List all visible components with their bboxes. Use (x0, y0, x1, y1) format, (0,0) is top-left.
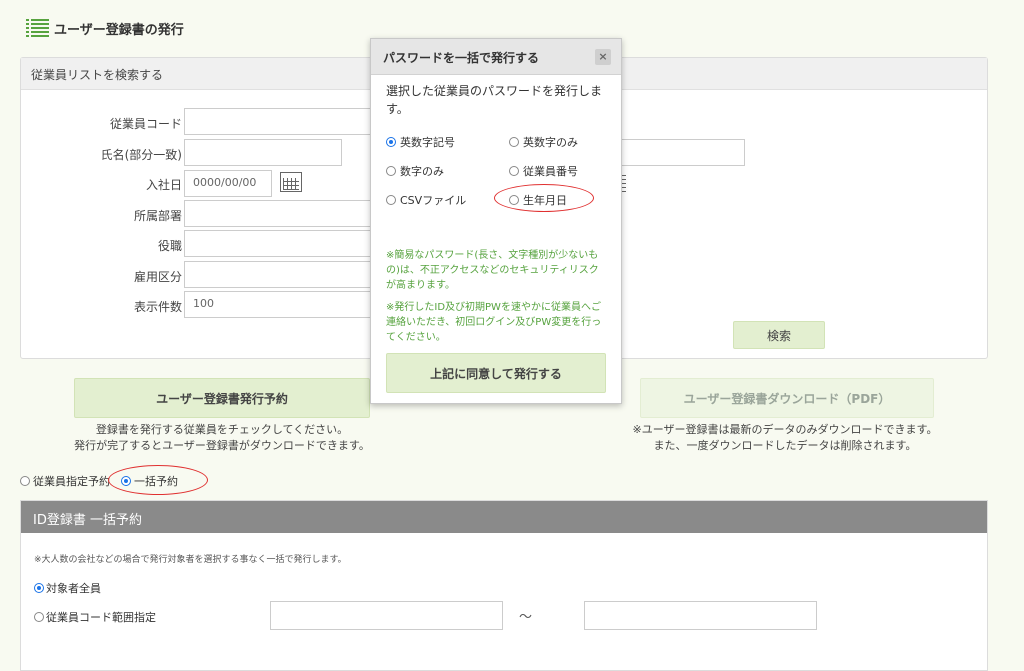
radio-alnum-only[interactable] (509, 137, 519, 147)
radio-alnum-symbol[interactable] (386, 137, 396, 147)
employee-code-input[interactable] (184, 108, 374, 135)
name-label: 氏名(部分一致) (100, 148, 182, 162)
opt-alnum-symbol-label: 英数字記号 (400, 136, 455, 149)
modal-title: パスワードを一括で発行する (383, 51, 540, 65)
position-input[interactable] (184, 230, 374, 257)
highlight-ellipse-bulk (108, 465, 208, 495)
modal-description: 選択した従業員のパスワードを発行します。 (386, 84, 603, 116)
list-icon (26, 19, 49, 37)
reserve-note-2: 発行が完了するとユーザー登録書がダウンロードできます。 (74, 439, 370, 452)
mode-specified-label: 従業員指定予約 (33, 475, 110, 488)
department-input[interactable] (184, 200, 374, 227)
bulk-section: ID登録書 一括予約 (20, 500, 988, 671)
page-title: ユーザー登録書の発行 (54, 22, 184, 38)
range-end-input[interactable] (584, 601, 817, 630)
hire-date-label: 入社日 (145, 178, 182, 192)
display-count-input[interactable]: 100 (184, 291, 374, 318)
download-note-1: ※ユーザー登録書は最新のデータのみダウンロードできます。 (632, 423, 938, 436)
employee-code-label: 従業員コード (109, 117, 182, 131)
range-label: 従業員コード範囲指定 (46, 611, 156, 624)
radio-all[interactable] (34, 583, 44, 593)
employment-type-label: 雇用区分 (133, 270, 182, 284)
opt-alnum-symbol[interactable]: 英数字記号 (386, 134, 455, 150)
name-input[interactable] (184, 139, 342, 166)
radio-range[interactable] (34, 612, 44, 622)
opt-alnum-only-label: 英数字のみ (523, 136, 578, 149)
all-targets-label: 対象者全員 (46, 582, 101, 595)
position-label: 役職 (157, 239, 182, 253)
download-note-2: また、一度ダウンロードしたデータは削除されます。 (653, 439, 917, 452)
opt-csv-file-label: CSVファイル (400, 194, 467, 207)
opt-numeric-only[interactable]: 数字のみ (386, 163, 444, 179)
mode-specified-radio[interactable]: 従業員指定予約 (20, 473, 110, 489)
range-start-input[interactable] (270, 601, 503, 630)
radio-csv-file[interactable] (386, 195, 396, 205)
agree-issue-button[interactable]: 上記に同意して発行する (386, 353, 606, 393)
reserve-button[interactable]: ユーザー登録書発行予約 (74, 378, 370, 418)
opt-numeric-only-label: 数字のみ (400, 165, 444, 178)
employment-type-input[interactable] (184, 261, 374, 288)
close-icon[interactable]: × (595, 49, 611, 65)
radio-numeric-only[interactable] (386, 166, 396, 176)
opt-employee-number[interactable]: 従業員番号 (509, 163, 578, 179)
reserve-note-1: 登録書を発行する従業員をチェックしてください。 (95, 423, 349, 436)
opt-alnum-only[interactable]: 英数字のみ (509, 134, 578, 150)
opt-employee-number-label: 従業員番号 (523, 165, 578, 178)
calendar-icon[interactable] (622, 172, 626, 192)
range-radio[interactable]: 従業員コード範囲指定 (34, 609, 156, 625)
hire-date-input[interactable]: 0000/00/00 (184, 170, 272, 197)
bulk-section-header: ID登録書 一括予約 (21, 501, 987, 533)
page-title-area: ユーザー登録書の発行 (26, 18, 184, 38)
modal-warning-1: ※簡易なパスワード(長さ、文字種別が少ないもの)は、不正アクセスなどのセキュリテ… (386, 250, 599, 291)
radio-employee-number[interactable] (509, 166, 519, 176)
calendar-icon[interactable] (280, 172, 302, 192)
opt-csv-file[interactable]: CSVファイル (386, 192, 466, 208)
display-count-label: 表示件数 (133, 300, 182, 314)
modal-warning-2: ※発行したID及び初期PWを速やかに従業員へご連絡いただき、初回ログイン及びPW… (386, 302, 602, 343)
department-label: 所属部署 (133, 209, 182, 223)
radio-specified[interactable] (20, 476, 30, 486)
download-pdf-button[interactable]: ユーザー登録書ダウンロード（PDF） (640, 378, 934, 418)
highlight-ellipse-birthdate (494, 184, 594, 212)
all-targets-radio[interactable]: 対象者全員 (34, 580, 101, 596)
search-button[interactable]: 検索 (733, 321, 825, 349)
modal-header: パスワードを一括で発行する × (371, 39, 621, 75)
range-tilde: ～ (519, 610, 533, 625)
bulk-note: ※大人数の会社などの場合で発行対象者を選択する事なく一括で発行します。 (34, 555, 347, 565)
